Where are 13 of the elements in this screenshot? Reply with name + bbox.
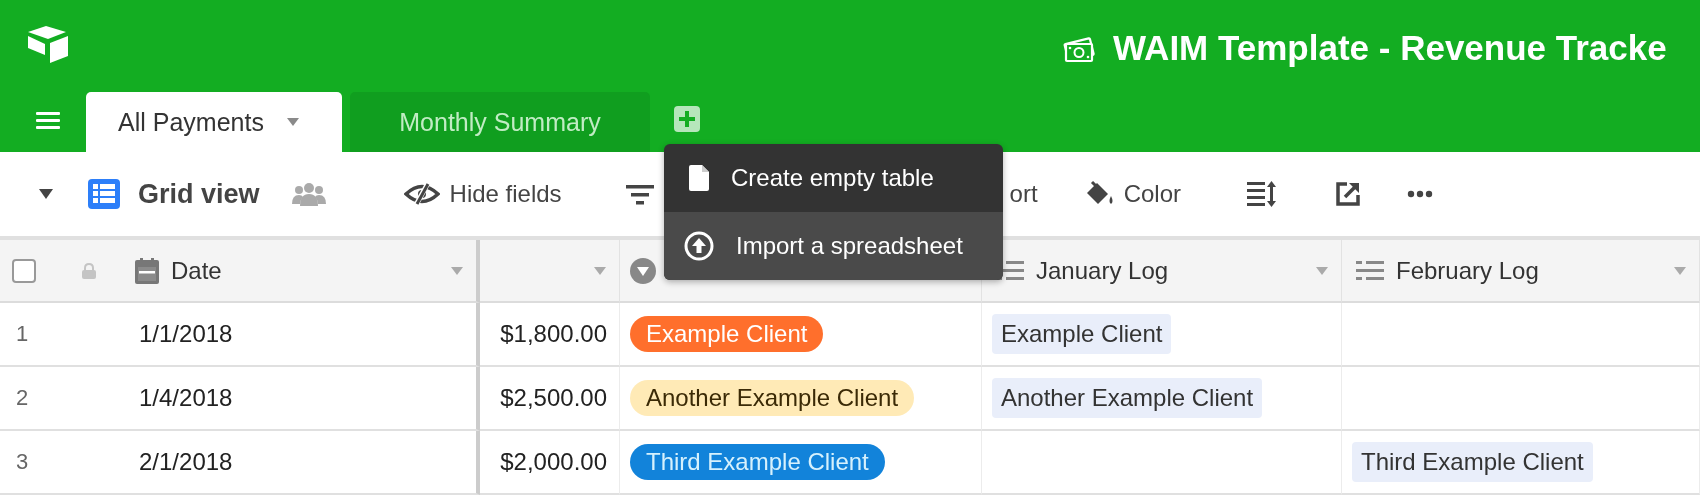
row-number: 3 (16, 449, 29, 475)
row-number: 2 (16, 385, 29, 411)
table-cell: 1/4/2018 (139, 384, 233, 412)
table-cell: 2/1/2018 (139, 448, 233, 476)
client-tag: Example Client (630, 316, 824, 352)
client-tag: Third Example Client (630, 444, 885, 480)
table-cell: $1,800.00 (500, 320, 607, 348)
client-tag: Another Example Client (630, 380, 915, 416)
base-title: WAIM Template - Revenue Tracke (1113, 28, 1667, 68)
table-cell: $2,500.00 (500, 384, 607, 412)
table-cell: $2,000.00 (500, 448, 607, 476)
row-number: 1 (16, 321, 29, 347)
table-cell: 1/1/2018 (139, 320, 233, 348)
